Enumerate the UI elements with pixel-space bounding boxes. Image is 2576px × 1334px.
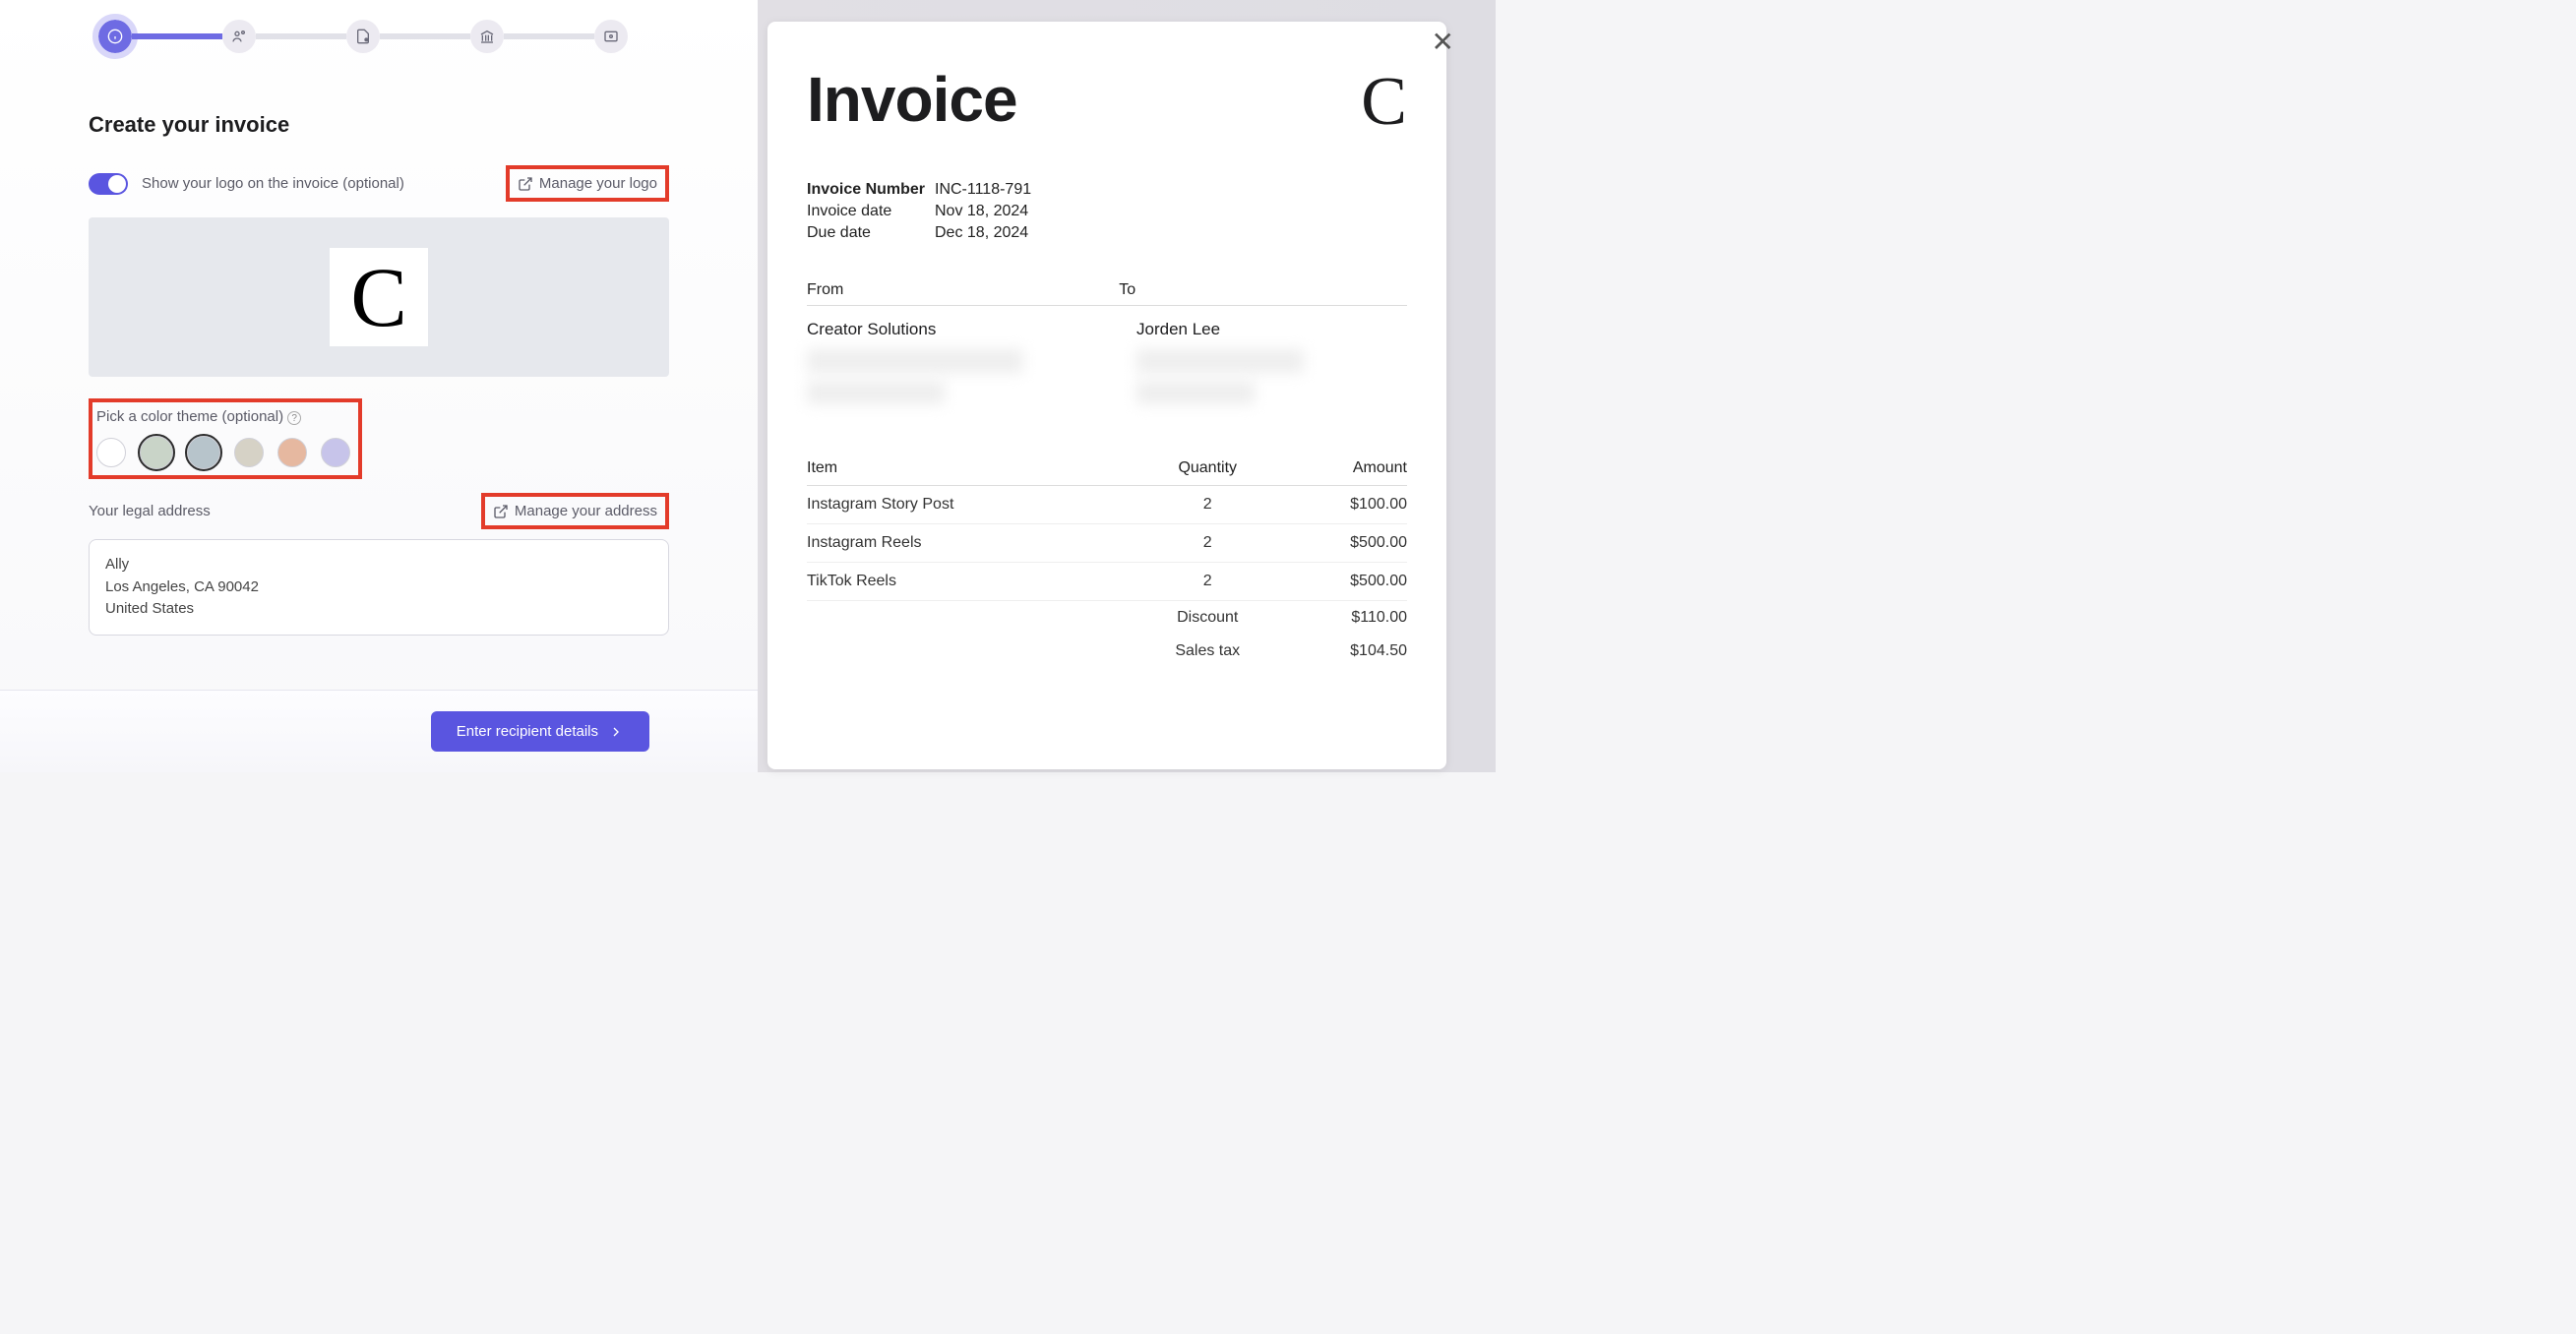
close-icon[interactable]: ✕ [1432,26,1454,58]
invoice-title: Invoice [807,63,1017,136]
col-amount: Amount [1280,452,1407,486]
tax-label: Sales tax [1135,635,1280,668]
swatch-slate[interactable] [187,436,220,469]
redacted-from-address [807,349,1023,373]
col-quantity: Quantity [1135,452,1280,486]
to-label: To [1119,281,1407,299]
invoice-preview: Invoice C Invoice Number INC-1118-791 In… [767,22,1446,769]
from-name: Creator Solutions [807,320,1077,339]
swatch-sage[interactable] [140,436,173,469]
step-3-document-icon[interactable] [346,20,380,53]
logo-c-mark: C [330,248,428,346]
step-2-recipient-icon[interactable] [222,20,256,53]
invoice-logo: C [1361,63,1407,142]
invoice-number-value: INC-1118-791 [935,181,1407,199]
due-date-label: Due date [807,224,935,242]
table-row: Instagram Story Post2$100.00 [807,486,1407,524]
show-logo-label: Show your logo on the invoice (optional) [142,175,404,192]
redacted-to-address [1136,349,1304,373]
swatch-lavender[interactable] [321,438,350,467]
col-item: Item [807,452,1135,486]
color-theme-section: Pick a color theme (optional)? [89,398,362,479]
swatch-white[interactable] [96,438,126,467]
discount-label: Discount [1135,601,1280,636]
invoice-date-value: Nov 18, 2024 [935,203,1407,220]
show-logo-toggle[interactable] [89,173,128,195]
table-row: TikTok Reels2$500.00 [807,563,1407,601]
manage-address-button[interactable]: Manage your address [481,493,669,529]
logo-preview: C [89,217,669,377]
help-icon[interactable]: ? [287,411,301,425]
to-name: Jorden Lee [1136,320,1407,339]
line-items-table: Item Quantity Amount Instagram Story Pos… [807,452,1407,668]
enter-recipient-details-button[interactable]: Enter recipient details [431,711,649,752]
step-1-info-icon[interactable] [98,20,132,53]
table-row: Instagram Reels2$500.00 [807,524,1407,563]
step-5-preview-icon[interactable] [594,20,628,53]
address-display: Ally Los Angeles, CA 90042 United States [89,539,669,636]
color-theme-label: Pick a color theme (optional)? [96,408,301,425]
swatch-sand[interactable] [234,438,264,467]
swatch-peach[interactable] [277,438,307,467]
legal-address-label: Your legal address [89,503,211,519]
from-label: From [807,281,843,299]
external-link-icon [518,176,533,192]
step-4-bank-icon[interactable] [470,20,504,53]
chevron-right-icon [608,724,624,740]
invoice-date-label: Invoice date [807,203,935,220]
external-link-icon [493,504,509,519]
due-date-value: Dec 18, 2024 [935,224,1407,242]
discount-value: $110.00 [1280,601,1407,636]
tax-value: $104.50 [1280,635,1407,668]
manage-logo-button[interactable]: Manage your logo [506,165,669,202]
page-title: Create your invoice [89,112,669,138]
progress-stepper [98,20,669,53]
invoice-number-label: Invoice Number [807,181,935,199]
